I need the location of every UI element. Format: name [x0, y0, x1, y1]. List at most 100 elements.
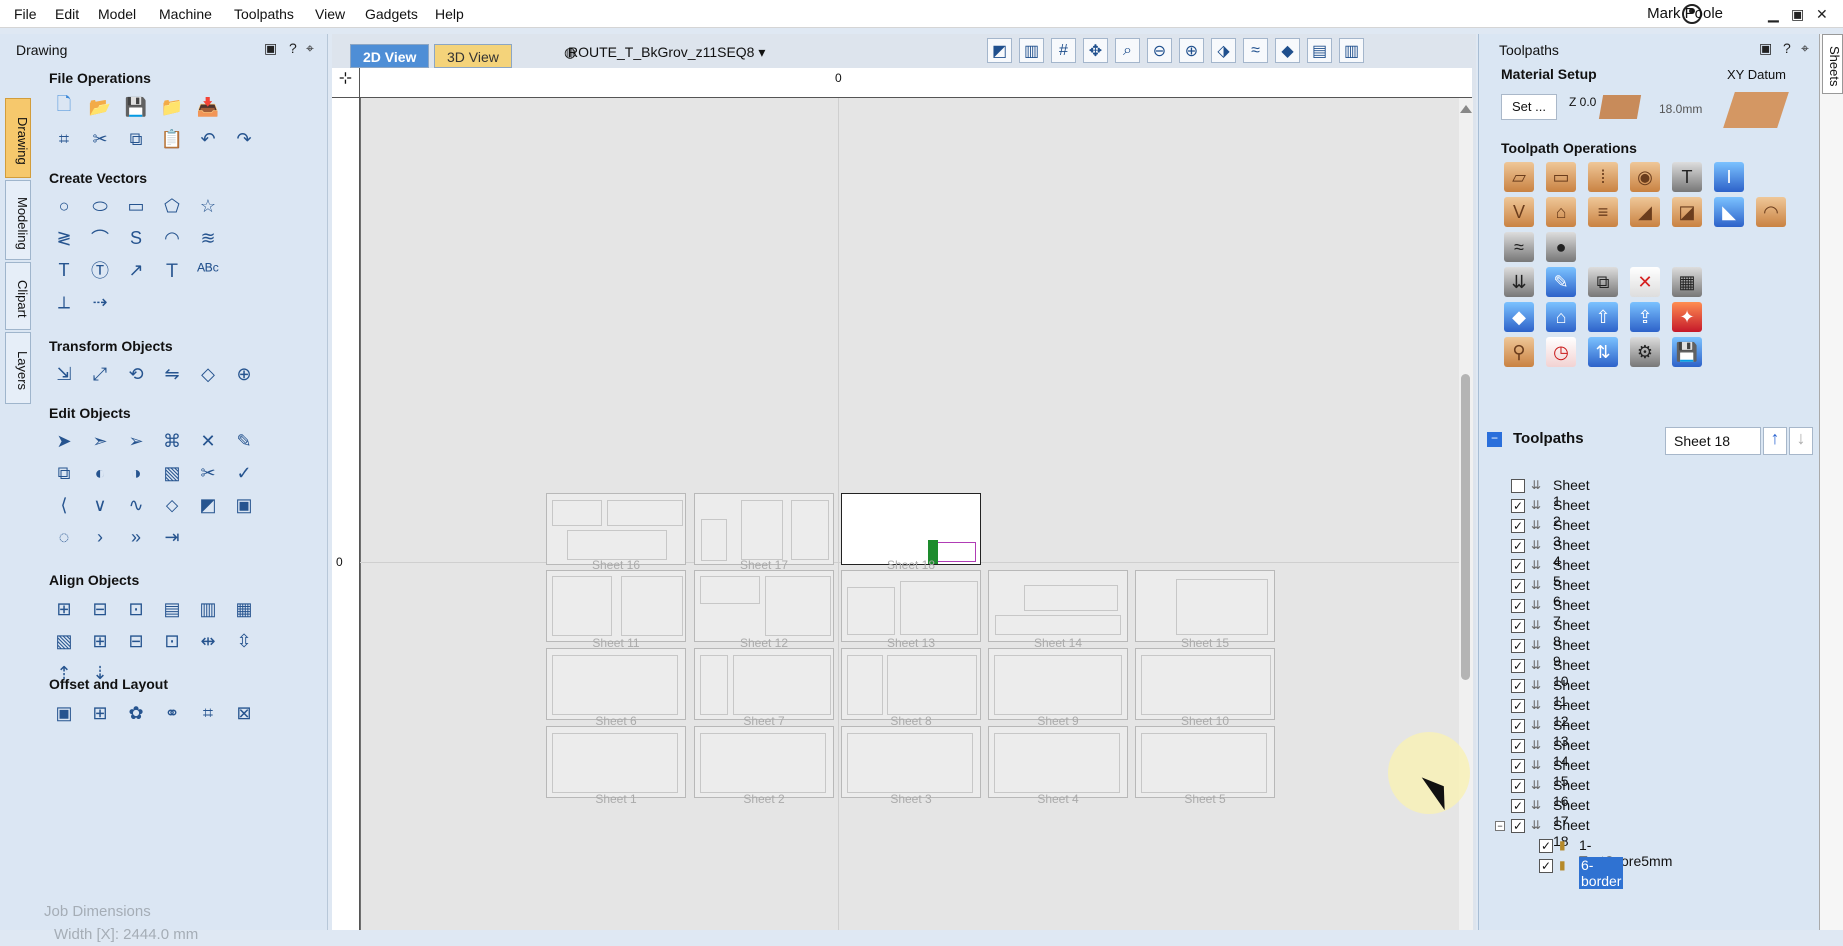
trim-icon[interactable]: ✂ [194, 459, 222, 487]
text-icon[interactable]: T [50, 256, 78, 284]
vector-preview-icon[interactable]: ≈ [1243, 38, 1268, 63]
sheet-10-checkbox[interactable]: ✓ [1511, 659, 1525, 673]
image-icon[interactable]: ▣ [230, 491, 258, 519]
center-y-icon[interactable]: ⊡ [158, 627, 186, 655]
zoom-extents-icon[interactable]: ◩ [987, 38, 1012, 63]
sheet-18-layout[interactable] [841, 493, 981, 565]
nest-icon[interactable]: ⚭ [158, 699, 186, 727]
tab-layers[interactable]: Layers [5, 332, 31, 404]
snap-grid-icon[interactable]: ▥ [1019, 38, 1044, 63]
layout-icon[interactable]: ⊠ [230, 699, 258, 727]
layout-left-icon[interactable]: ▤ [1307, 38, 1332, 63]
menu-toolpaths[interactable]: Toolpaths [234, 6, 294, 22]
sheet-7-checkbox[interactable]: ✓ [1511, 599, 1525, 613]
subtract-icon[interactable]: ◐ [86, 459, 114, 487]
dimension-icon[interactable]: ⟂ [50, 288, 78, 316]
wrap-icon[interactable]: ◣ [1714, 197, 1744, 227]
undo-icon[interactable]: ↶ [194, 125, 222, 153]
sheet-18-checkbox[interactable]: ✓ [1511, 819, 1525, 833]
collapse-toolpaths-icon[interactable]: − [1487, 432, 1502, 447]
open-file-icon[interactable]: 📂 [86, 93, 114, 121]
roughing-icon[interactable]: ≈ [1504, 232, 1534, 262]
sheet-3-checkbox[interactable]: ✓ [1511, 519, 1525, 533]
moulding-icon[interactable]: ◢ [1630, 197, 1660, 227]
center-icon[interactable]: ⊕ [230, 360, 258, 388]
sheet-8-checkbox[interactable]: ✓ [1511, 619, 1525, 633]
profile-toolpath-icon[interactable]: ▱ [1504, 162, 1534, 192]
tool-database-icon[interactable]: ⚲ [1504, 337, 1534, 367]
delete-toolpath-icon[interactable]: ✕ [1630, 267, 1660, 297]
pan-icon[interactable]: ✥ [1083, 38, 1108, 63]
polygon-icon[interactable]: ⬠ [158, 192, 186, 220]
space-horizontal-icon[interactable]: ⇹ [194, 627, 222, 655]
apply-template-icon[interactable]: ✦ [1672, 302, 1702, 332]
texture-toolpath-icon[interactable]: ◉ [1630, 162, 1660, 192]
fluting-icon[interactable]: ≡ [1588, 197, 1618, 227]
menu-model[interactable]: Model [98, 6, 136, 22]
sheet-12-checkbox[interactable]: ✓ [1511, 699, 1525, 713]
space-vertical-icon[interactable]: ⇳ [230, 627, 258, 655]
time-estimate-icon[interactable]: ◷ [1546, 337, 1576, 367]
extend-icon[interactable]: ✓ [230, 459, 258, 487]
sheet-17-checkbox[interactable]: ✓ [1511, 799, 1525, 813]
menu-machine[interactable]: Machine [159, 6, 212, 22]
sheet-13-checkbox[interactable]: ✓ [1511, 719, 1525, 733]
curve-icon[interactable]: ⌒ [86, 224, 114, 252]
spiral-s-icon[interactable]: S [122, 224, 150, 252]
tab-2d-view[interactable]: 2D View [350, 44, 430, 68]
help-icon[interactable]: ? [289, 40, 297, 56]
setup-icon[interactable]: ⚙ [1630, 337, 1660, 367]
job-setup-icon[interactable]: ⌗ [50, 125, 78, 153]
ellipse-icon[interactable]: ⬭ [86, 192, 114, 220]
align-right-icon[interactable]: ▥ [194, 595, 222, 623]
calculator-icon[interactable]: ▦ [1672, 267, 1702, 297]
text-on-curve-icon[interactable]: ↗ [122, 256, 150, 284]
menu-view[interactable]: View [315, 6, 345, 22]
select-icon[interactable]: ➤ [50, 427, 78, 455]
intersect-icon[interactable]: ◑ [122, 459, 150, 487]
rotary-icon[interactable]: ◠ [1756, 197, 1786, 227]
edit-toolpath-icon[interactable]: ✎ [1546, 267, 1576, 297]
arrow-right-icon[interactable]: › [86, 523, 114, 551]
move-icon[interactable]: ⇲ [50, 360, 78, 388]
restore-icon[interactable]: ▣ [1791, 6, 1804, 23]
document-selector[interactable]: ROUTE_T_BkGrov_z11SEQ8 ▾ [568, 44, 765, 61]
tab-modeling[interactable]: Modeling [5, 180, 31, 260]
text-score-checkbox[interactable]: ✓ [1539, 839, 1553, 853]
align-top-icon[interactable]: ▦ [230, 595, 258, 623]
zoom-box-icon[interactable]: ⌕ [1115, 38, 1140, 63]
rectangle-icon[interactable]: ▭ [122, 192, 150, 220]
save-file-icon[interactable]: 💾 [122, 93, 150, 121]
sheet-6-checkbox[interactable]: ✓ [1511, 579, 1525, 593]
tab-3d-view[interactable]: 3D View [434, 44, 512, 68]
star-icon[interactable]: ☆ [194, 192, 222, 220]
text-box-icon[interactable]: Ⓣ [86, 256, 114, 284]
align-left-icon[interactable]: ▤ [158, 595, 186, 623]
material-set-button[interactable]: Set ... [1501, 94, 1557, 120]
import-icon[interactable]: 📥 [194, 93, 222, 121]
smooth-icon[interactable]: ∿ [122, 491, 150, 519]
border-checkbox[interactable]: ✓ [1539, 859, 1553, 873]
move-up-icon[interactable]: ↑ [1763, 427, 1787, 455]
paste-icon[interactable]: 📋 [158, 125, 186, 153]
layout-right-icon[interactable]: ▥ [1339, 38, 1364, 63]
sheet-selector[interactable]: Sheet 18 [1665, 427, 1761, 455]
scroll-thumb[interactable] [1461, 374, 1470, 680]
text-engraving-icon[interactable]: T [1672, 162, 1702, 192]
path-icon[interactable]: ⇥ [158, 523, 186, 551]
scale-icon[interactable]: ⤢ [86, 360, 114, 388]
menu-file[interactable]: File [14, 6, 37, 22]
circle-icon[interactable]: ○ [50, 192, 78, 220]
v-carve-icon[interactable]: V [1504, 197, 1534, 227]
prism-icon[interactable]: ⌂ [1546, 197, 1576, 227]
save-template-icon[interactable]: ⌂ [1546, 302, 1576, 332]
tab-clipart[interactable]: Clipart [5, 262, 31, 330]
offset-icon[interactable]: ▣ [50, 699, 78, 727]
sheet-2-checkbox[interactable]: ✓ [1511, 499, 1525, 513]
circle-select-icon[interactable]: ◌ [50, 523, 78, 551]
arc-icon[interactable]: ◠ [158, 224, 186, 252]
tab-drawing[interactable]: Drawing [5, 98, 31, 178]
finishing-icon[interactable]: ● [1546, 232, 1576, 262]
panel-undock-icon[interactable]: ▣ [264, 40, 277, 57]
toolpath-preview-icon[interactable]: ⬗ [1211, 38, 1236, 63]
